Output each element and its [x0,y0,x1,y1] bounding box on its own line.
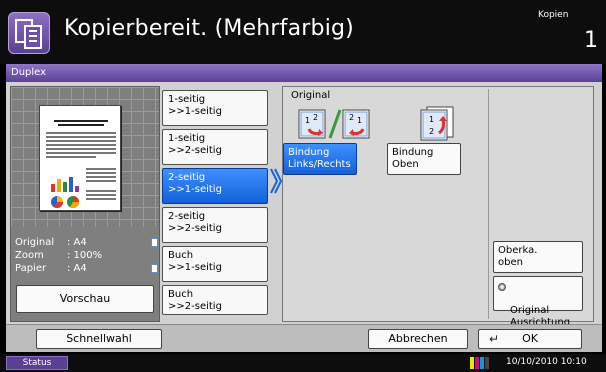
status-strip: Status 10/10/2010 10:10 [0,354,606,372]
thumbnail-heading-line [54,120,108,122]
thumbnail-text-line [46,144,116,146]
info-value: : A4 [67,237,87,248]
svg-text:1: 1 [429,115,434,124]
info-row-paper: Papier : A4 [15,263,158,276]
binding-left-right-button[interactable]: Bindung Links/Rechts [283,143,357,175]
paper-page-icon [151,264,158,273]
binding-top-button[interactable]: Bindung Oben [387,143,461,175]
quick-setup-button[interactable]: Schnellwahl [36,329,162,349]
thumbnail-text-line [46,136,116,138]
copies-count: 1 [584,28,598,53]
mode-1-to-1-sided-button[interactable]: 1-seitig >>1-seitig [162,90,268,126]
preview-area: Original : A4 Zoom : 100% Papier : A4 Vo… [10,86,160,322]
duplex-panel: Duplex Original: A4 Zoom: 100% Papier … [6,64,602,352]
toner-level-icon [470,357,489,369]
thumbnail-text-line [86,194,116,196]
cancel-button[interactable]: Abbrechen [368,329,468,349]
mode-book-to-1-sided-button[interactable]: Buch >>1-seitig [162,246,268,282]
svg-text:2: 2 [349,113,354,122]
info-label: Original [15,237,55,248]
original-settings-box: Original 1 2 2 1 1 2 Bindung Links/Recht… [282,86,594,328]
portrait-page-icon [151,238,158,247]
copy-document-icon [8,12,50,54]
svg-text:1: 1 [305,116,310,125]
thumbnail-text-line [86,172,116,174]
binding-top-icon: 1 2 [420,106,454,141]
thumbnail-text-line [86,168,116,170]
ok-button[interactable]: ↵ OK [478,329,582,349]
info-label: Papier [15,263,47,274]
preview-info: Original : A4 Zoom : 100% Papier : A4 [15,237,158,276]
status-button[interactable]: Status [6,356,68,370]
info-row-zoom: Zoom : 100% [15,250,155,263]
thumbnail-text-line [46,148,116,150]
mode-2-to-2-sided-button[interactable]: 2-seitig >>2-seitig [162,207,268,243]
copies-label: Kopien [538,10,569,20]
preview-button[interactable]: Vorschau [16,285,154,313]
panel-title-bar: Duplex [6,64,602,82]
thumbnail-text-line [86,198,116,200]
orientation-value-display: Oberka. oben [493,241,583,273]
svg-text:1: 1 [357,116,362,125]
thumbnail-pie-graphic [51,196,79,209]
selection-arrow-icon [270,168,282,194]
top-status-bar: Kopierbereit. (Mehrfarbig) Kopien 1 [0,0,606,64]
svg-text:2: 2 [313,113,318,122]
thumbnail-heading-line [58,124,104,126]
ok-label: OK [522,332,538,345]
action-bar: Schnellwahl Abbrechen ↵ OK [6,324,602,352]
enter-icon: ↵ [489,332,500,346]
divider [488,89,489,319]
info-value: : A4 [67,263,87,274]
original-orientation-button[interactable]: Original Ausrichtung [493,276,583,328]
svg-text:2: 2 [429,127,434,136]
thumbnail-text-line [46,156,96,158]
mode-1-to-2-sided-button[interactable]: 1-seitig >>2-seitig [162,129,268,165]
preview-grid [11,87,159,227]
original-label: Original [291,90,331,101]
info-row-original: Original : A4 [15,237,158,250]
status-title: Kopierbereit. (Mehrfarbig) [64,16,354,41]
thumbnail-text-line [46,132,116,134]
mode-2-to-1-sided-button[interactable]: 2-seitig >>1-seitig [162,168,268,204]
document-thumbnail [39,105,121,211]
thumbnail-text-line [46,152,116,154]
thumbnail-text-line [86,190,116,192]
mode-book-to-2-sided-button[interactable]: Buch >>2-seitig [162,285,268,315]
thumbnail-bar-graphic [51,177,79,192]
thumbnail-text-line [46,140,116,142]
thumbnail-text-line [86,180,116,182]
radio-indicator-icon [498,283,506,291]
info-value: : 100% [67,250,103,261]
info-label: Zoom [15,250,44,261]
binding-left-right-icon: 1 2 2 1 [298,109,370,139]
thumbnail-text-line [86,176,116,178]
panel-title: Duplex [11,67,47,78]
date-time: 10/10/2010 10:10 [506,357,587,367]
